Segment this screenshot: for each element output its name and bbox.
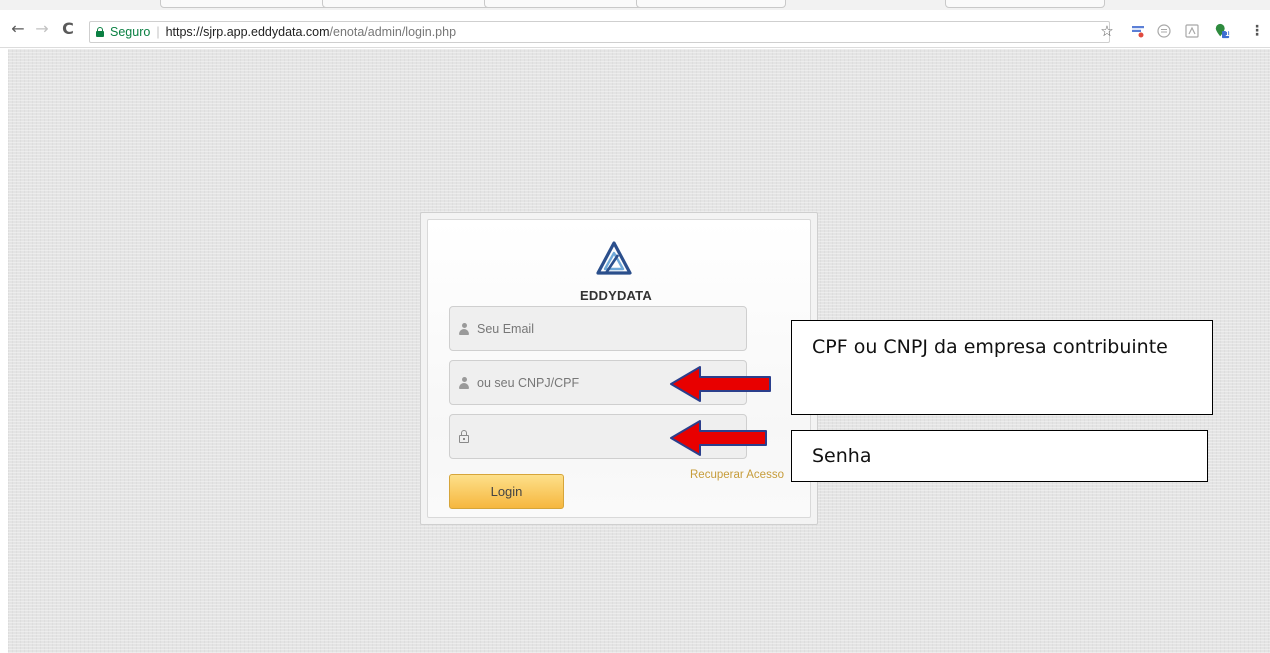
red-arrow-icon bbox=[670, 420, 767, 456]
browser-tab[interactable] bbox=[322, 0, 492, 8]
back-arrow-icon[interactable]: ← bbox=[8, 19, 28, 39]
reader-extension-icon[interactable] bbox=[1156, 23, 1172, 39]
url-path: /enota/admin/login.php bbox=[329, 25, 457, 39]
browser-tab[interactable] bbox=[160, 0, 330, 8]
extension-icon[interactable] bbox=[1130, 23, 1146, 39]
secure-label: Seguro bbox=[110, 25, 151, 39]
address-bar[interactable]: Seguro | https://sjrp.app.eddydata.com/e… bbox=[89, 21, 1110, 43]
red-arrow-icon bbox=[670, 366, 771, 402]
user-icon bbox=[459, 322, 469, 336]
browser-tab[interactable] bbox=[636, 0, 786, 8]
reload-icon[interactable]: C bbox=[58, 19, 78, 39]
lock-icon bbox=[96, 27, 104, 37]
email-input[interactable] bbox=[477, 321, 717, 336]
login-button[interactable]: Login bbox=[449, 474, 564, 509]
browser-tab[interactable] bbox=[945, 0, 1105, 8]
cnpj-annotation: CPF ou CNPJ da empresa contribuinte bbox=[791, 320, 1213, 415]
eddydata-logo-icon bbox=[596, 241, 632, 275]
password-annotation: Senha bbox=[791, 430, 1208, 482]
email-field[interactable] bbox=[449, 306, 747, 351]
omnibox-separator: | bbox=[156, 25, 160, 39]
kebab-menu-icon[interactable]: ⋮ bbox=[1249, 23, 1265, 39]
padlock-icon bbox=[459, 430, 469, 443]
brand-name: EDDYDATA bbox=[580, 288, 652, 303]
pdf-extension-icon[interactable] bbox=[1184, 23, 1200, 39]
user-icon bbox=[459, 376, 469, 390]
tab-strip bbox=[0, 0, 1270, 10]
browser-tab[interactable] bbox=[484, 0, 644, 8]
extension-badge: 1 bbox=[1225, 30, 1230, 38]
location-extension-icon[interactable]: 1 bbox=[1214, 23, 1230, 39]
browser-toolbar: ← → C Seguro | https://sjrp.app.eddydata… bbox=[0, 10, 1270, 48]
forward-arrow-icon[interactable]: → bbox=[32, 19, 52, 39]
recover-access-link[interactable]: Recuperar Acesso bbox=[690, 469, 784, 481]
url-host: https://sjrp.app.eddydata.com bbox=[165, 25, 330, 39]
star-icon[interactable]: ☆ bbox=[1099, 23, 1115, 39]
